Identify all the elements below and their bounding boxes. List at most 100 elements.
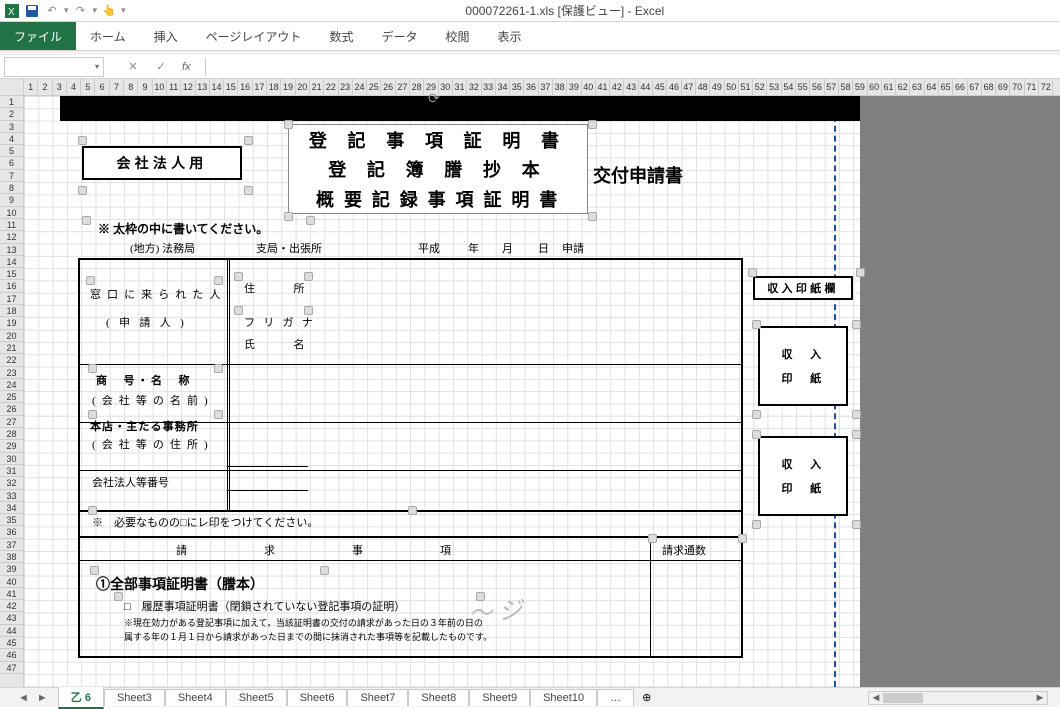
scrollbar-thumb[interactable] [883,693,923,703]
column-header[interactable]: 19 [281,79,295,95]
column-header[interactable]: 13 [196,79,210,95]
column-header[interactable]: 14 [210,79,224,95]
column-header[interactable]: 3 [53,79,67,95]
column-header[interactable]: 27 [396,79,410,95]
column-header[interactable]: 42 [610,79,624,95]
column-header[interactable]: 12 [181,79,195,95]
row-header[interactable]: 19 [0,317,23,329]
row-header[interactable]: 15 [0,268,23,280]
column-header[interactable]: 57 [825,79,839,95]
column-header[interactable]: 51 [739,79,753,95]
column-header[interactable]: 20 [296,79,310,95]
horizontal-scrollbar[interactable]: ◄ ► [868,691,1048,705]
column-header[interactable]: 10 [153,79,167,95]
nav-prev-icon[interactable]: ◄ [18,692,29,704]
qat-dropdown-icon[interactable]: ▾ [64,5,69,16]
column-header[interactable]: 36 [524,79,538,95]
column-header[interactable]: 5 [81,79,95,95]
column-header[interactable]: 40 [582,79,596,95]
row-header[interactable]: 36 [0,526,23,538]
column-header[interactable]: 65 [939,79,953,95]
column-header[interactable]: 25 [367,79,381,95]
column-header[interactable]: 60 [868,79,882,95]
row-header[interactable]: 29 [0,440,23,452]
tab-insert[interactable]: 挿入 [140,22,192,50]
row-header[interactable]: 47 [0,662,23,674]
column-header[interactable]: 52 [753,79,767,95]
row-header[interactable]: 6 [0,157,23,169]
row-header[interactable]: 23 [0,367,23,379]
row-header[interactable]: 9 [0,194,23,206]
column-header[interactable]: 32 [467,79,481,95]
column-header[interactable]: 17 [253,79,267,95]
column-header[interactable]: 37 [539,79,553,95]
column-header[interactable]: 41 [596,79,610,95]
column-header[interactable]: 18 [267,79,281,95]
row-header[interactable]: 34 [0,502,23,514]
row-header[interactable]: 27 [0,416,23,428]
row-header[interactable]: 31 [0,465,23,477]
row-header[interactable]: 39 [0,563,23,575]
column-header[interactable]: 55 [796,79,810,95]
row-header[interactable]: 11 [0,219,23,231]
row-header[interactable]: 26 [0,403,23,415]
row-header[interactable]: 17 [0,293,23,305]
column-header[interactable]: 46 [667,79,681,95]
row-header[interactable]: 8 [0,182,23,194]
redo-icon[interactable]: ↷ [73,3,89,19]
row-header[interactable]: 32 [0,477,23,489]
column-header[interactable]: 56 [810,79,824,95]
fx-label[interactable]: fx [178,61,195,73]
column-header[interactable]: 38 [553,79,567,95]
column-header[interactable]: 70 [1010,79,1024,95]
cancel-icon[interactable]: ✕ [122,56,144,78]
row-header[interactable]: 22 [0,354,23,366]
column-header[interactable]: 59 [853,79,867,95]
column-header[interactable]: 63 [910,79,924,95]
row-header[interactable]: 16 [0,280,23,292]
row-header[interactable]: 42 [0,600,23,612]
column-header[interactable]: 61 [882,79,896,95]
row-header[interactable]: 25 [0,391,23,403]
tab-data[interactable]: データ [367,22,431,50]
sheet-tab[interactable]: Sheet10 [530,689,597,706]
sheet-tab[interactable]: Sheet7 [347,689,408,706]
column-header[interactable]: 15 [224,79,238,95]
new-sheet-icon[interactable]: ⊕ [634,691,659,704]
column-header[interactable]: 54 [782,79,796,95]
save-icon[interactable] [24,3,40,19]
column-header[interactable]: 23 [339,79,353,95]
column-header[interactable]: 28 [410,79,424,95]
row-header[interactable]: 40 [0,576,23,588]
row-header[interactable]: 2 [0,108,23,120]
column-header[interactable]: 66 [953,79,967,95]
column-header[interactable]: 62 [896,79,910,95]
column-header[interactable]: 21 [310,79,324,95]
column-header[interactable]: 1 [24,79,38,95]
qat-dropdown3-icon[interactable]: ▾ [121,5,126,16]
tab-review[interactable]: 校閲 [431,22,483,50]
column-header[interactable]: 35 [510,79,524,95]
sheet-tab[interactable]: Sheet3 [104,689,165,706]
column-header[interactable]: 47 [682,79,696,95]
column-header[interactable]: 22 [324,79,338,95]
row-header[interactable]: 13 [0,244,23,256]
row-header[interactable]: 24 [0,379,23,391]
column-header[interactable]: 39 [567,79,581,95]
column-header[interactable]: 43 [624,79,638,95]
column-header[interactable]: 45 [653,79,667,95]
column-header[interactable]: 58 [839,79,853,95]
rotation-handle-icon[interactable]: ⟳ [428,91,440,108]
row-header[interactable]: 1 [0,96,23,108]
row-header[interactable]: 18 [0,305,23,317]
row-header[interactable]: 37 [0,539,23,551]
undo-icon[interactable]: ↶ [44,3,60,19]
column-header[interactable]: 34 [496,79,510,95]
column-header[interactable]: 26 [381,79,395,95]
column-header[interactable]: 64 [925,79,939,95]
column-header[interactable]: 6 [95,79,109,95]
enter-icon[interactable]: ✓ [150,56,172,78]
column-header[interactable]: 30 [439,79,453,95]
sheet-tab[interactable]: Sheet9 [469,689,530,706]
column-header[interactable]: 69 [996,79,1010,95]
